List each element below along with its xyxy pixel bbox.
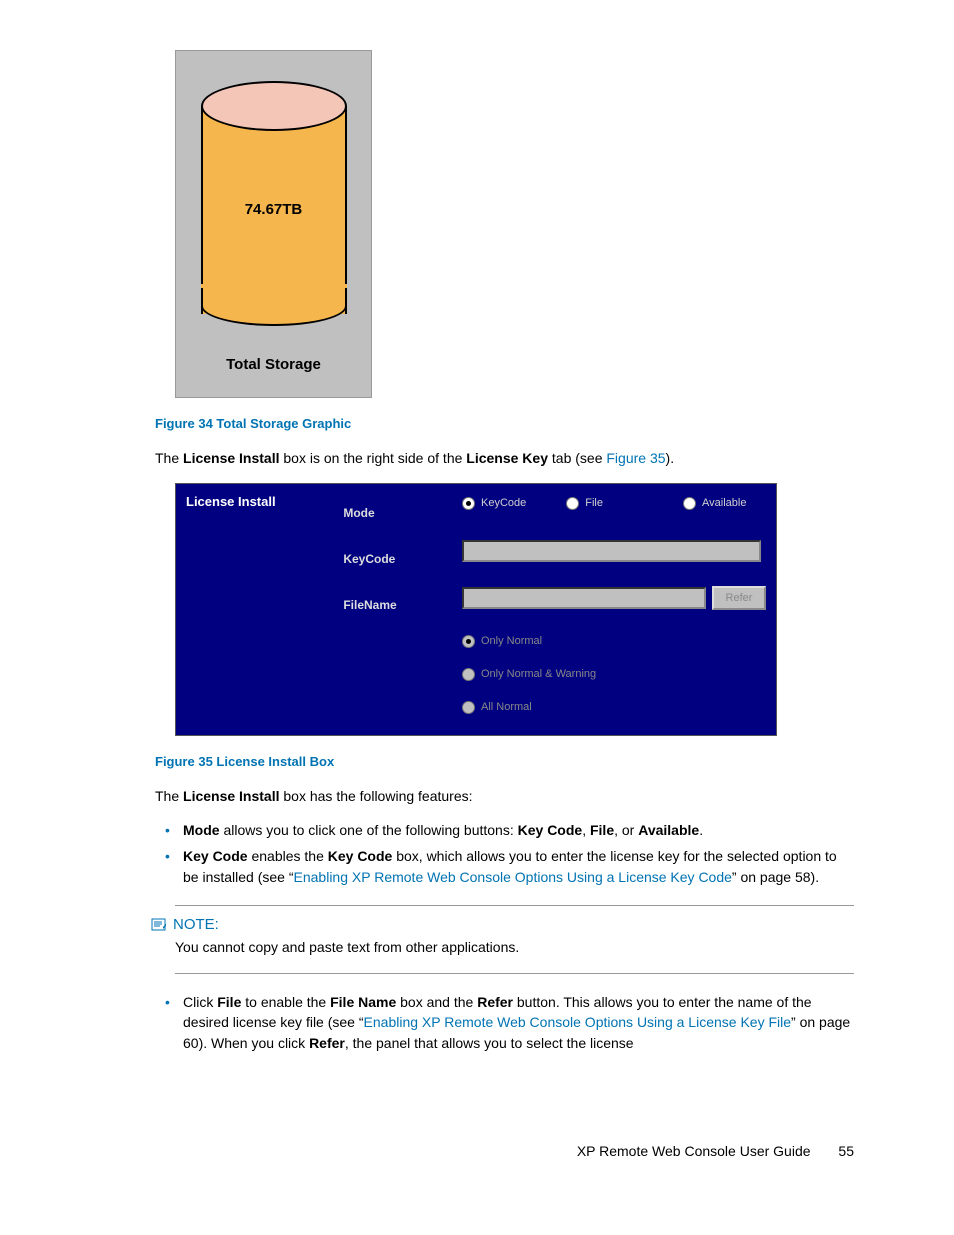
figure-34-caption: Figure 34 Total Storage Graphic [155, 416, 854, 431]
mode-label: Mode [343, 494, 442, 520]
feature-keycode: Key Code enables the Key Code box, which… [183, 846, 854, 887]
panel-title: License Install [186, 494, 323, 509]
paragraph-license-install-location: The License Install box is on the right … [155, 449, 854, 469]
keycode-label: KeyCode [343, 540, 442, 566]
refer-button[interactable]: Refer [712, 586, 766, 610]
note-icon [151, 918, 167, 932]
opt-all-normal: All Normal [462, 701, 766, 714]
keycode-input[interactable] [462, 540, 761, 562]
page-number: 55 [838, 1143, 854, 1159]
radio-icon [566, 497, 579, 510]
note-block: NOTE: You cannot copy and paste text fro… [175, 905, 854, 974]
features-list: Mode allows you to click one of the foll… [155, 820, 854, 887]
license-install-panel: License Install Mode KeyCode File [175, 483, 777, 736]
radio-icon [462, 668, 475, 681]
paragraph-features-intro: The License Install box has the followin… [155, 787, 854, 807]
radio-icon [462, 497, 475, 510]
total-storage-graphic: 74.67TB Total Storage [175, 50, 372, 398]
feature-mode: Mode allows you to click one of the foll… [183, 820, 854, 840]
storage-cylinder-icon: 74.67TB [201, 81, 347, 326]
radio-icon [462, 635, 475, 648]
keycode-link[interactable]: Enabling XP Remote Web Console Options U… [294, 869, 732, 885]
mode-radio-keycode[interactable]: KeyCode [462, 497, 526, 510]
storage-value: 74.67TB [201, 201, 347, 218]
radio-icon [683, 497, 696, 510]
opt-only-normal-warning: Only Normal & Warning [462, 668, 766, 681]
feature-file: Click File to enable the File Name box a… [183, 992, 854, 1053]
features-list-cont: Click File to enable the File Name box a… [155, 992, 854, 1053]
figure-35-caption: Figure 35 License Install Box [155, 754, 854, 769]
filename-label: FileName [343, 586, 442, 612]
keyfile-link[interactable]: Enabling XP Remote Web Console Options U… [364, 1014, 792, 1030]
filename-input[interactable] [462, 587, 706, 609]
mode-radio-file[interactable]: File [566, 497, 603, 510]
mode-radio-available[interactable]: Available [683, 497, 746, 510]
note-body: You cannot copy and paste text from othe… [175, 939, 854, 955]
opt-only-normal: Only Normal [462, 635, 766, 648]
note-heading: NOTE: [173, 916, 219, 933]
figure-35-link[interactable]: Figure 35 [606, 450, 665, 466]
storage-caption: Total Storage [226, 356, 321, 373]
radio-icon [462, 701, 475, 714]
page-footer: XP Remote Web Console User Guide 55 [155, 1143, 854, 1159]
footer-title: XP Remote Web Console User Guide [577, 1143, 811, 1159]
